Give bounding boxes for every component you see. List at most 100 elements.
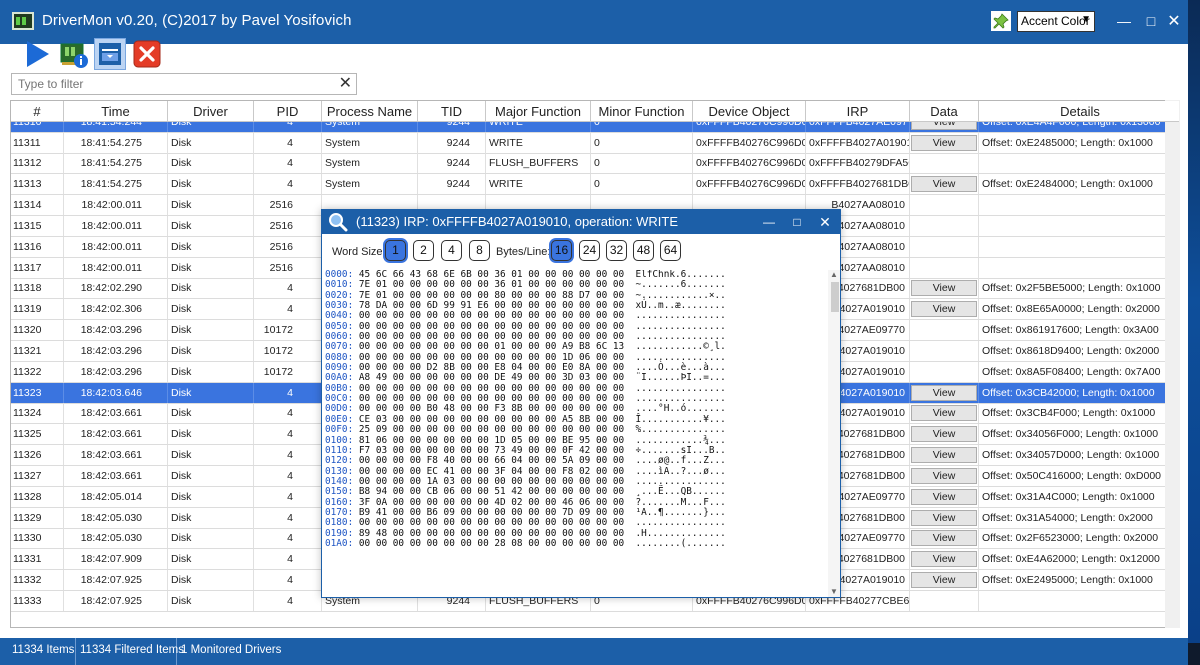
col-details[interactable]: Details [979, 101, 1179, 122]
accent-color-select[interactable]: Accent Color ▼ [1017, 11, 1095, 32]
view-data-button[interactable]: View [911, 280, 977, 297]
bytes-line-64-button[interactable]: 64 [660, 240, 681, 261]
scroll-up-icon[interactable]: ▲ [830, 270, 838, 279]
view-data-button[interactable]: View [911, 176, 977, 193]
bytes-line-24-button[interactable]: 24 [579, 240, 600, 261]
cell-driver: Disk [168, 153, 254, 174]
view-data-button[interactable]: View [911, 301, 977, 318]
cell-data: View [910, 132, 979, 153]
bytes-line-16-button[interactable]: 16 [551, 240, 572, 261]
view-data-button[interactable]: View [911, 134, 977, 151]
desktop-background [1188, 0, 1200, 665]
hex-bytes: 00 00 00 00 00 00 00 00 00 00 00 00 00 0… [358, 310, 625, 322]
cell-minor: 0 [591, 174, 693, 195]
dialog-title: (11323) IRP: 0xFFFFB4027A019010, operati… [356, 214, 679, 229]
view-data-button[interactable]: View [911, 530, 977, 547]
view-data-button[interactable]: View [911, 405, 977, 422]
cell-num: 11313 [11, 174, 64, 195]
hex-address: 01A0: [325, 537, 354, 549]
word-size-8-button[interactable]: 8 [469, 240, 490, 261]
hex-bytes: 00 00 00 00 1A 03 00 00 00 00 00 00 00 0… [358, 475, 625, 487]
dialog-maximize-button[interactable]: □ [784, 212, 810, 232]
view-data-button[interactable]: View [911, 509, 977, 526]
cell-driver: Disk [168, 195, 254, 216]
cell-num: 11325 [11, 424, 64, 445]
view-data-button[interactable]: View [911, 551, 977, 568]
clear-button[interactable] [131, 38, 163, 70]
close-button[interactable]: ✕ [1154, 8, 1194, 34]
cell-details: Offset: 0xE2484000; Length: 0x1000 [979, 174, 1179, 194]
view-data-button[interactable]: View [911, 488, 977, 505]
col-number[interactable]: # [11, 101, 64, 122]
hex-line: 01A0: 00 00 00 00 00 00 00 00 28 08 00 0… [325, 537, 825, 549]
cell-pid: 10172 [254, 320, 322, 341]
cell-time: 18:42:03.661 [64, 403, 168, 424]
cell-pid: 4 [254, 174, 322, 195]
word-size-label: Word Size: [332, 246, 386, 258]
hex-bytes: 00 00 00 00 00 00 00 00 00 00 00 00 00 0… [358, 331, 625, 343]
col-minor-function[interactable]: Minor Function [591, 101, 693, 122]
bytes-line-label: Bytes/Line: [496, 246, 551, 258]
filter-input[interactable] [18, 74, 328, 94]
col-driver[interactable]: Driver [168, 101, 254, 122]
cell-time: 18:42:02.306 [64, 299, 168, 320]
col-device-object[interactable]: Device Object [693, 101, 806, 122]
cell-num: 11333 [11, 590, 64, 611]
pin-icon[interactable] [991, 11, 1011, 31]
view-data-button[interactable]: View [911, 467, 977, 484]
hex-bytes: 00 00 00 00 00 00 00 00 00 00 00 00 00 0… [358, 320, 625, 332]
cell-pid: 4 [254, 278, 322, 299]
col-time[interactable]: Time [64, 101, 168, 122]
start-monitor-button[interactable] [22, 38, 54, 70]
col-process-name[interactable]: Process Name [322, 101, 418, 122]
cell-data: View [910, 278, 979, 299]
table-scrollbar[interactable] [1165, 100, 1180, 628]
dialog-title-bar: (11323) IRP: 0xFFFFB4027A019010, operati… [322, 210, 840, 234]
cell-time: 18:42:00.011 [64, 215, 168, 236]
hex-scroll-thumb[interactable] [831, 282, 839, 312]
cell-num: 11323 [11, 382, 64, 403]
col-major-function[interactable]: Major Function [486, 101, 591, 122]
word-size-2-button[interactable]: 2 [413, 240, 434, 261]
col-tid[interactable]: TID [418, 101, 486, 122]
view-data-button[interactable]: View [911, 384, 977, 401]
hex-ascii: ¨I......ÞI..=... [635, 372, 726, 384]
irp-data-dialog: (11323) IRP: 0xFFFFB4027A019010, operati… [321, 209, 841, 598]
view-data-button[interactable]: View [911, 572, 977, 589]
dialog-close-button[interactable]: ✕ [812, 212, 838, 232]
cell-time: 18:42:07.909 [64, 549, 168, 570]
hex-scrollbar[interactable]: ▲ ▼ [828, 270, 840, 597]
hex-address: 0110: [325, 444, 354, 456]
cell-data: View [910, 382, 979, 403]
clear-filter-icon[interactable]: ✕ [339, 75, 352, 93]
table-row[interactable]: 11312 18:41:54.275 Disk 4 System 9244 FLUSH_BU… [11, 153, 1179, 175]
hex-view[interactable]: 0000: 45 6C 66 43 68 6E 6B 00 36 01 00 0… [325, 270, 825, 597]
hex-bytes: A8 49 00 00 00 00 00 00 DE 49 00 00 3D 0… [358, 372, 625, 384]
col-data[interactable]: Data [910, 101, 979, 122]
bytes-line-48-button[interactable]: 48 [633, 240, 654, 261]
cell-time: 18:42:03.661 [64, 465, 168, 486]
table-row[interactable]: 11313 18:41:54.275 Disk 4 System 9244 WRITE 0 0x… [11, 174, 1179, 196]
dialog-minimize-button[interactable]: — [756, 212, 782, 232]
view-data-button[interactable]: View [911, 426, 977, 443]
cell-pid: 2516 [254, 215, 322, 236]
cell-driver: Disk [168, 570, 254, 591]
hex-bytes: 00 00 00 00 00 00 00 00 00 00 00 00 00 0… [358, 382, 625, 394]
capture-settings-button[interactable] [94, 38, 126, 70]
driver-info-button[interactable] [58, 38, 90, 70]
bytes-line-32-button[interactable]: 32 [606, 240, 627, 261]
word-size-1-button[interactable]: 1 [385, 240, 406, 261]
col-irp[interactable]: IRP [806, 101, 910, 122]
scroll-down-icon[interactable]: ▼ [830, 587, 838, 596]
word-size-4-button[interactable]: 4 [441, 240, 462, 261]
hex-ascii: ................ [635, 310, 726, 322]
view-data-button[interactable]: View [911, 447, 977, 464]
cell-data [910, 590, 979, 611]
table-row[interactable]: 11311 18:41:54.275 Disk 4 System 9244 WRITE 0 0x… [11, 132, 1179, 154]
cell-driver: Disk [168, 528, 254, 549]
hex-bytes: 78 DA 00 00 6D 99 91 E6 00 00 00 00 00 0… [358, 300, 625, 312]
cell-pid: 4 [254, 507, 322, 528]
hex-ascii: ................ [635, 475, 726, 487]
col-pid[interactable]: PID [254, 101, 322, 122]
cell-pid: 4 [254, 403, 322, 424]
